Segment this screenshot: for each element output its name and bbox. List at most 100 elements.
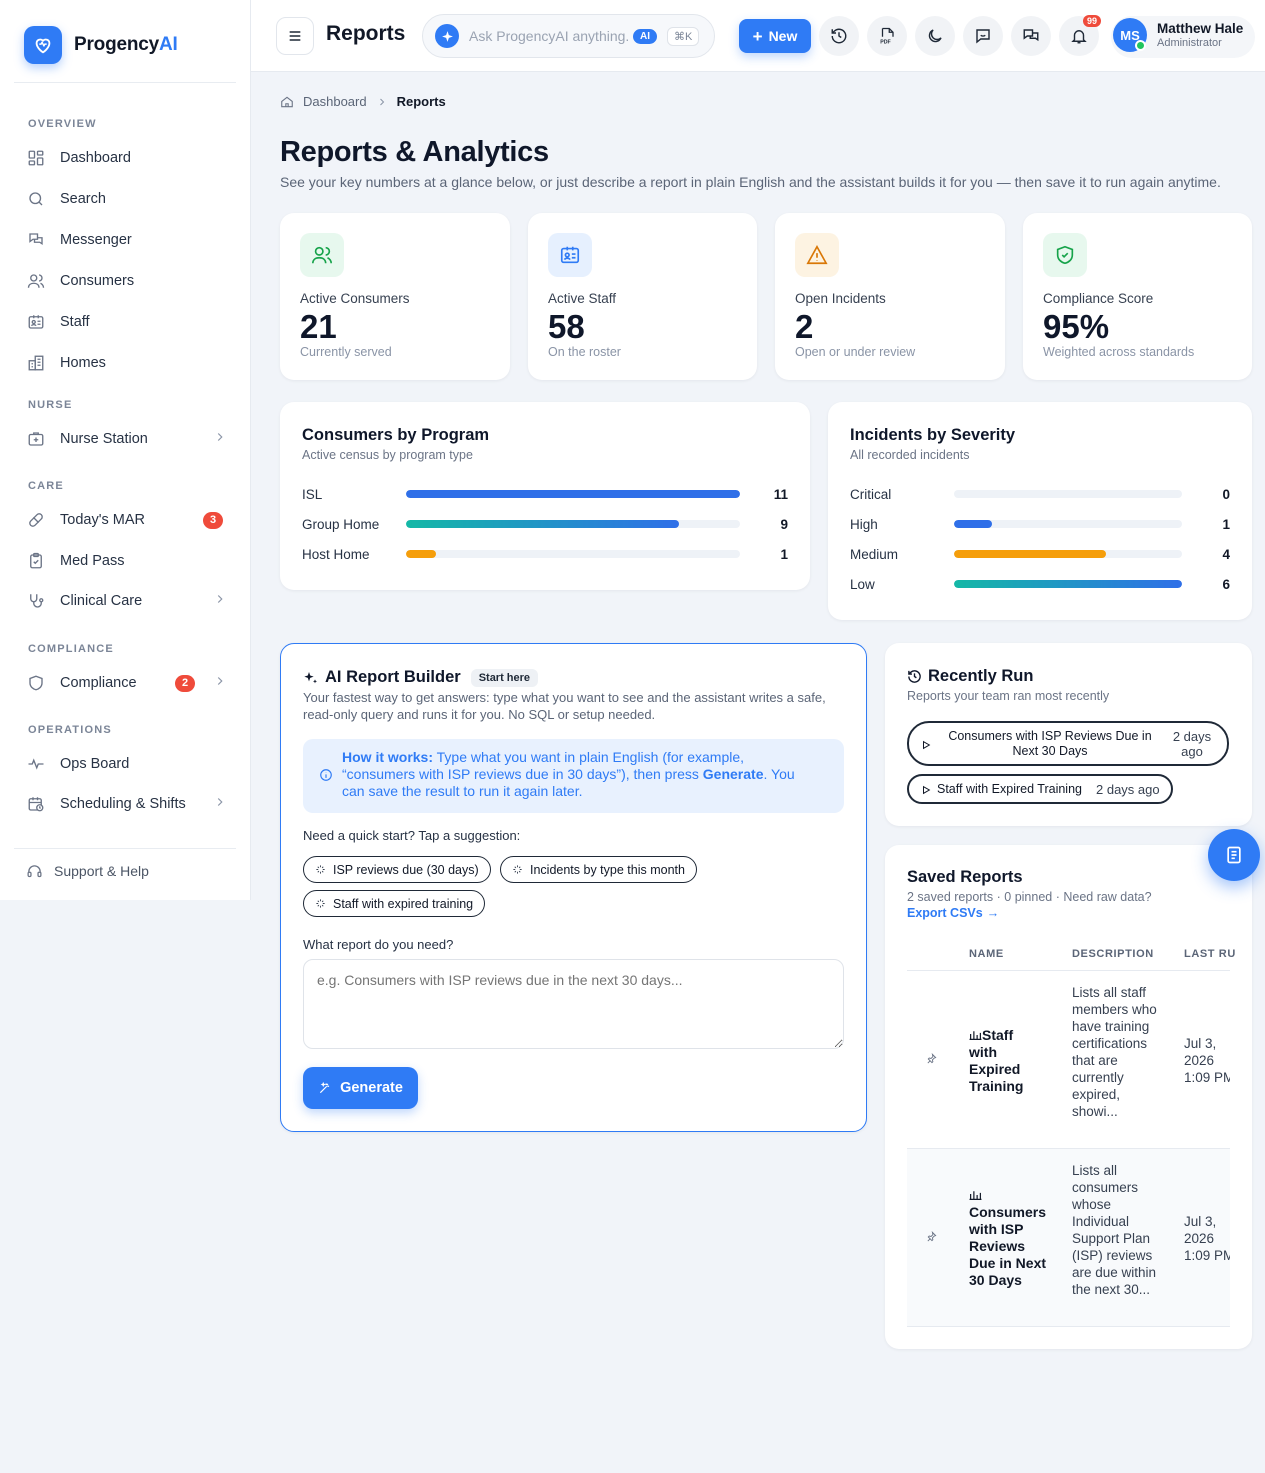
column-description[interactable]: DESCRIPTION [1072,948,1154,960]
sidebar-item-label: Nurse Station [60,431,148,447]
sidebar-item-label: Staff [60,314,90,330]
sidebar-item-ops-board[interactable]: Ops Board [26,750,231,778]
sidebar-item-label: Homes [60,355,106,371]
builder-title: AI Report Builder Start here [303,668,539,687]
page-heading: Reports [326,22,406,45]
kpi-card-active-consumers[interactable]: Active Consumers 21 Currently served [280,213,510,380]
kpi-card-compliance-score[interactable]: Compliance Score 95% Weighted across sta… [1023,213,1252,380]
ask-ai-search[interactable]: Ask ProgencyAI anything... AI ⌘K [422,14,715,58]
medical-case-icon [26,429,46,449]
sidebar-item-compliance[interactable]: Compliance 2 [26,669,231,697]
shield-icon [26,673,46,693]
report-description: Lists all consumers whose Individual Sup… [1072,1163,1157,1297]
recent-report-chip[interactable]: Staff with Expired Training 2 days ago [907,774,1173,804]
panel-title: Consumers by Program [302,426,490,444]
feedback-button[interactable] [963,16,1003,56]
bar-label: Medium [850,546,899,562]
bar-row: High 1 [850,514,1230,534]
bar-label: Host Home [302,546,370,562]
breadcrumb-dashboard[interactable]: Dashboard [303,94,367,109]
bar-track [954,520,1182,528]
chevron-right-icon [379,98,384,105]
menu-toggle-button[interactable] [276,17,314,55]
how-it-works-callout: How it works: Type what you want in plai… [303,739,844,813]
sidebar-item-label: Compliance [60,675,137,691]
sidebar-item-dashboard[interactable]: Dashboard [26,144,231,172]
kpi-value: 95% [1043,308,1110,345]
pin-icon[interactable] [926,1051,937,1069]
sidebar-item-scheduling[interactable]: Scheduling & Shifts [26,790,231,818]
dark-mode-toggle[interactable] [915,16,955,56]
recent-report-time: 2 days ago [1172,729,1212,759]
bar-value: 11 [773,486,788,502]
bar-track [954,490,1182,498]
brand[interactable]: ProgencyAI [24,26,178,64]
play-icon [923,740,931,750]
count-badge: 3 [203,511,223,529]
plus-icon: + [752,26,763,46]
suggestion-chip[interactable]: Incidents by type this month [500,856,697,883]
sidebar-item-todays-mar[interactable]: Today's MAR 3 [26,506,231,534]
bar-label: Low [850,576,875,592]
suggestion-chip[interactable]: Staff with expired training [303,890,486,917]
sidebar-item-consumers[interactable]: Consumers [26,267,231,295]
bar-row: Low 6 [850,574,1230,594]
bar-track [406,490,740,498]
ask-input-placeholder[interactable]: Ask ProgencyAI anything... [469,28,629,44]
panel-subtitle: All recorded incidents [850,448,970,462]
sidebar-item-nurse-station[interactable]: Nurse Station [26,425,231,453]
arrow-right-icon: → [986,906,1000,920]
chevron-right-icon [213,430,227,448]
headset-icon [24,861,44,881]
bar-track [954,580,1182,588]
suggestion-chip[interactable]: ISP reviews due (30 days) [303,856,491,883]
generate-button[interactable]: Generate [303,1067,418,1109]
sidebar-item-search[interactable]: Search [26,185,231,213]
calendar-clock-icon [26,794,46,814]
user-menu[interactable]: MS Matthew Hale Administrator [1111,16,1255,58]
activity-icon [26,754,46,774]
support-link[interactable]: Support & Help [24,857,229,885]
kpi-note: Open or under review [795,345,916,359]
sidebar-item-clinical-care[interactable]: Clinical Care [26,587,231,615]
pdf-button[interactable]: PDF [867,16,907,56]
column-last-run[interactable]: LAST RU [1184,948,1236,960]
messages-button[interactable] [1011,16,1051,56]
chevron-right-icon [213,674,227,692]
bar-label: Group Home [302,516,380,532]
column-name[interactable]: NAME [969,948,1004,960]
new-button[interactable]: + New [739,19,811,53]
history-icon [831,28,847,44]
id-card-icon [548,233,592,277]
reports-fab-button[interactable] [1208,829,1260,881]
kpi-value: 21 [300,308,337,345]
notifications-button[interactable]: 99 [1059,15,1101,56]
table-row[interactable]: Staff with Expired Training Lists all st… [907,971,1230,1149]
sidebar-item-label: Search [60,191,106,207]
recent-report-chip[interactable]: Consumers with ISP Reviews Due in Next 3… [907,721,1229,766]
warning-triangle-icon [795,233,839,277]
sidebar-item-med-pass[interactable]: Med Pass [26,547,231,575]
quick-start-label: Need a quick start? Tap a suggestion: [303,828,521,843]
home-icon[interactable] [280,95,294,109]
report-last-run: Jul 3, 2026 1:09 PM [1184,1214,1230,1263]
kpi-note: Currently served [300,345,392,359]
bar-value: 6 [1222,576,1230,592]
export-label: Export CSVs [907,906,983,920]
kpi-card-active-staff[interactable]: Active Staff 58 On the roster [528,213,757,380]
bar-fill [954,580,1182,588]
panel-subtitle: Active census by program type [302,448,473,462]
bar-fill [406,550,437,558]
recent-report-name: Staff with Expired Training [937,782,1082,796]
sidebar-item-staff[interactable]: Staff [26,308,231,336]
table-row[interactable]: Consumers with ISP Reviews Due in Next 3… [907,1149,1230,1327]
report-request-input[interactable] [303,959,844,1049]
report-last-run: Jul 3, 2026 1:09 PM [1184,1036,1230,1085]
history-button[interactable] [819,16,859,56]
pin-icon[interactable] [926,1229,937,1247]
export-csvs-link[interactable]: Export CSVs → [907,906,999,920]
sidebar-item-homes[interactable]: Homes [26,349,231,377]
kpi-card-open-incidents[interactable]: Open Incidents 2 Open or under review [775,213,1005,380]
sidebar-item-label: Med Pass [60,553,125,569]
sidebar-item-messenger[interactable]: Messenger [26,226,231,254]
